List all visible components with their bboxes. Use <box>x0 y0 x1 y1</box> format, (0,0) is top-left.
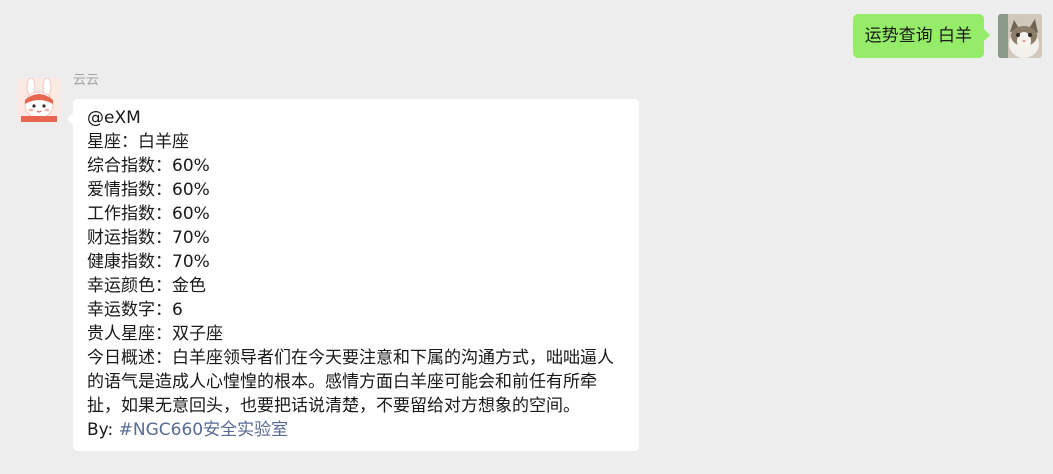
incoming-message: 云云 @eXM 星座：白羊座 综合指数：60% 爱情指数：60% 工作指数：60… <box>17 73 639 451</box>
signature-label: By: <box>87 420 119 440</box>
sender-name: 云云 <box>73 73 100 88</box>
cat-avatar-icon[interactable] <box>998 14 1042 58</box>
daily-summary-text: 今日概述：白羊座领导者们在今天要注意和下属的沟通方式，咄咄逼人的语气是造成人心惶… <box>87 348 614 416</box>
cartoon-bunny-avatar-icon[interactable] <box>17 78 61 122</box>
noble-sign-line: 贵人星座：双子座 <box>87 324 223 344</box>
zodiac-sign-line: 星座：白羊座 <box>87 132 189 152</box>
lucky-color-line: 幸运颜色：金色 <box>87 276 206 296</box>
overall-index-line: 综合指数：60% <box>87 156 210 176</box>
outgoing-message: 运势查询 白羊 <box>852 14 1042 58</box>
hashtag-link[interactable]: #NGC660安全实验室 <box>119 420 288 440</box>
incoming-message-bubble[interactable]: @eXM 星座：白羊座 综合指数：60% 爱情指数：60% 工作指数：60% 财… <box>67 99 639 451</box>
wealth-index-line: 财运指数：70% <box>87 228 210 248</box>
signature-line: By: #NGC660安全实验室 <box>87 418 628 442</box>
mention-line: @eXM <box>87 108 141 128</box>
work-index-line: 工作指数：60% <box>87 204 210 224</box>
health-index-line: 健康指数：70% <box>87 252 210 272</box>
incoming-message-body: 云云 @eXM 星座：白羊座 综合指数：60% 爱情指数：60% 工作指数：60… <box>67 73 639 451</box>
love-index-line: 爱情指数：60% <box>87 180 210 200</box>
lucky-number-line: 幸运数字：6 <box>87 300 183 320</box>
outgoing-message-bubble[interactable]: 运势查询 白羊 <box>852 14 991 58</box>
outgoing-message-text: 运势查询 白羊 <box>864 26 972 46</box>
